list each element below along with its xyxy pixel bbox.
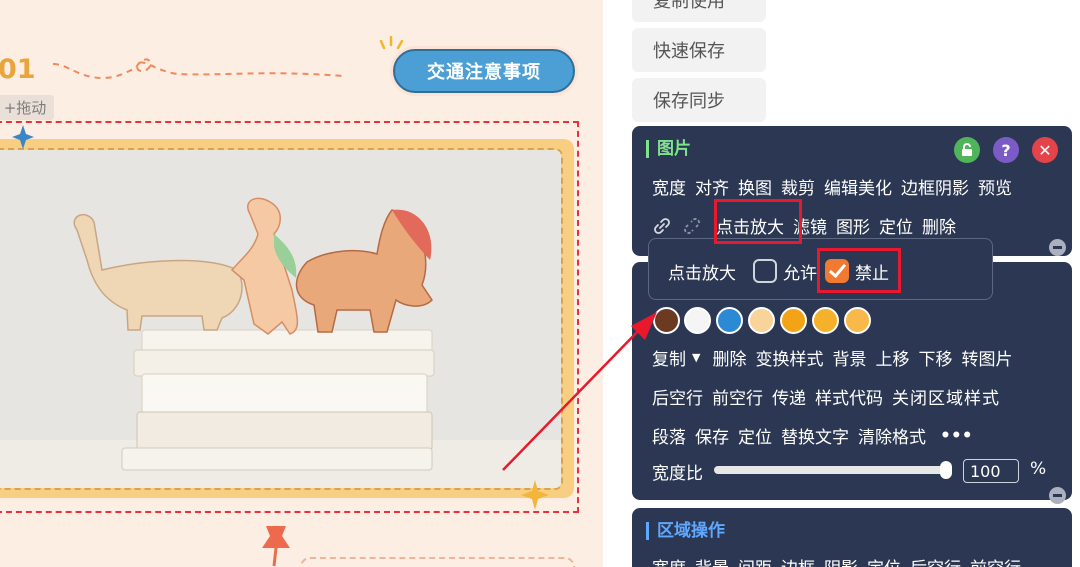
region-width-button[interactable]: 宽度 [652, 554, 686, 567]
image-align-button[interactable]: 对齐 [695, 174, 729, 199]
move-down-button[interactable]: 下移 [918, 345, 952, 370]
copy-dropdown-icon[interactable]: ▼ [692, 351, 700, 364]
region-panel-title: 区域操作 [646, 522, 725, 540]
quick-save-button[interactable]: 快速保存 [632, 28, 766, 72]
image-toolbar-panel: 图片 ? ✕ 宽度 对齐 换图 裁剪 编辑美化 边框阴影 预览 点击放大 滤镜 … [632, 126, 1072, 256]
next-section-outline [300, 557, 575, 567]
section-title-pill[interactable]: 交通注意事项 [393, 49, 575, 93]
editor-canvas: 01 交通注意事项 +拖动 [0, 0, 603, 567]
image-panel-title: 图片 [646, 140, 691, 158]
red-arrow-annotation [502, 312, 657, 471]
more-icon[interactable]: ••• [940, 426, 973, 446]
to-image-button[interactable]: 转图片 [961, 345, 1012, 370]
region-blank-before-button[interactable]: 前空行 [970, 554, 1021, 567]
move-up-button[interactable]: 上移 [875, 345, 909, 370]
locate-button[interactable]: 定位 [738, 423, 772, 448]
blank-before-button[interactable]: 前空行 [712, 384, 763, 409]
region-position-button[interactable]: 定位 [867, 554, 901, 567]
color-swatch-amber[interactable] [812, 307, 839, 334]
sparkle-star-icon [521, 480, 549, 510]
color-swatch-gold[interactable] [844, 307, 871, 334]
allow-label: 允许 [783, 264, 817, 284]
collapse-style-panel-icon[interactable] [1049, 487, 1066, 504]
color-swatch-blue[interactable] [716, 307, 743, 334]
color-swatch-peach[interactable] [748, 307, 775, 334]
drag-hint-tag: +拖动 [0, 95, 54, 120]
region-toolbar-panel: 区域操作 宽度 背景 间距 边框 阴影 定位 后空行 前空行 [632, 508, 1072, 567]
selection-outline [0, 121, 579, 513]
delete-image-button[interactable]: 删除 [922, 213, 956, 238]
switch-style-button[interactable]: 变换样式 [755, 345, 823, 370]
collapse-icon[interactable] [1049, 239, 1066, 256]
highlight-forbid-option [817, 248, 901, 293]
allow-checkbox[interactable] [753, 259, 777, 283]
width-ratio-slider-thumb[interactable] [940, 461, 952, 479]
width-ratio-unit: % [1030, 459, 1047, 479]
pushpin-icon [262, 526, 290, 567]
decorative-wavy-line [52, 58, 344, 80]
style-actions-row2: 后空行 前空行 传递 样式代码 关闭区域样式 [652, 384, 1009, 409]
region-spacing-button[interactable]: 间距 [738, 554, 772, 567]
replace-text-button[interactable]: 替换文字 [781, 423, 849, 448]
unlock-icon[interactable] [954, 137, 980, 163]
width-ratio-input[interactable]: 100 [963, 459, 1019, 483]
image-actions-row2: 点击放大 滤镜 图形 定位 删除 [652, 213, 965, 238]
link-icon[interactable] [652, 216, 672, 236]
pass-on-button[interactable]: 传递 [772, 384, 806, 409]
position-button[interactable]: 定位 [879, 213, 913, 238]
region-shadow-button[interactable]: 阴影 [824, 554, 858, 567]
resize-handle-star[interactable] [12, 125, 34, 149]
help-icon[interactable]: ? [993, 137, 1019, 163]
image-actions-row1: 宽度 对齐 换图 裁剪 编辑美化 边框阴影 预览 [652, 174, 1021, 199]
preview-button[interactable]: 预览 [978, 174, 1012, 199]
unlink-icon[interactable] [682, 216, 702, 236]
close-icon[interactable]: ✕ [1032, 137, 1058, 163]
region-actions-row1: 宽度 背景 间距 边框 阴影 定位 后空行 前空行 [652, 554, 1030, 567]
region-blank-after-button[interactable]: 后空行 [910, 554, 961, 567]
replace-image-button[interactable]: 换图 [738, 174, 772, 199]
border-shadow-button[interactable]: 边框阴影 [901, 174, 969, 199]
edit-beautify-button[interactable]: 编辑美化 [824, 174, 892, 199]
clear-format-button[interactable]: 清除格式 [858, 423, 926, 448]
copy-use-button[interactable]: 复制使用 [632, 0, 766, 22]
click-zoom-popup-label: 点击放大 [668, 264, 736, 284]
background-button[interactable]: 背景 [832, 345, 866, 370]
region-background-button[interactable]: 背景 [695, 554, 729, 567]
image-width-button[interactable]: 宽度 [652, 174, 686, 199]
save-sync-button[interactable]: 保存同步 [632, 78, 766, 122]
shape-button[interactable]: 图形 [836, 213, 870, 238]
crop-button[interactable]: 裁剪 [781, 174, 815, 199]
style-actions-row3: 段落 保存 定位 替换文字 清除格式 ••• [652, 423, 982, 449]
highlight-click-zoom [714, 199, 802, 244]
style-code-button[interactable]: 样式代码 [815, 384, 883, 409]
style-actions-row1: 复制 ▼ 删除 变换样式 背景 上移 下移 转图片 [652, 345, 1021, 370]
close-region-style-button[interactable]: 关闭区域样式 [892, 384, 1000, 409]
color-swatch-orange[interactable] [780, 307, 807, 334]
save-button[interactable]: 保存 [695, 423, 729, 448]
color-swatch-white[interactable] [684, 307, 711, 334]
region-border-button[interactable]: 边框 [781, 554, 815, 567]
width-ratio-slider[interactable] [714, 466, 951, 474]
delete-button[interactable]: 删除 [712, 345, 746, 370]
section-number: 01 [0, 54, 36, 85]
